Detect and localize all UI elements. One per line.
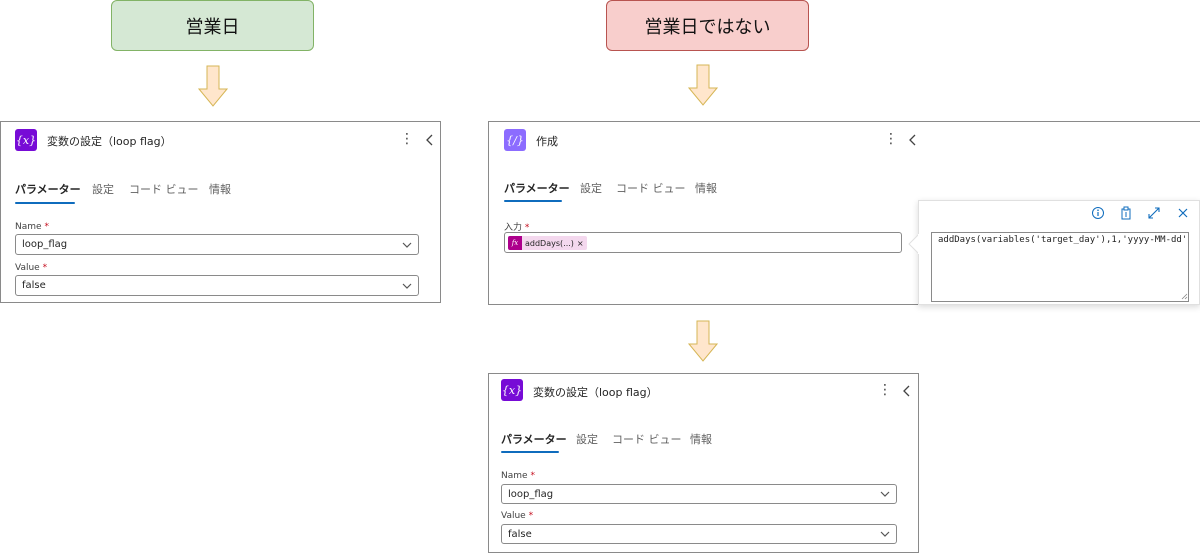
more-options-icon[interactable]: ⋮ <box>400 131 414 147</box>
not-business-day-label: 営業日ではない <box>606 0 809 51</box>
collapse-chevron-icon[interactable] <box>901 384 913 398</box>
active-tab-indicator <box>15 202 75 204</box>
name-select-value: loop_flag <box>22 239 68 250</box>
name-select[interactable]: loop_flag <box>15 234 419 255</box>
value-select[interactable]: false <box>501 524 897 544</box>
down-arrow-icon <box>688 320 718 362</box>
expression-token[interactable]: fx addDays(...) × <box>508 236 587 250</box>
close-icon[interactable] <box>1176 206 1190 220</box>
down-arrow-icon <box>688 64 718 106</box>
active-tab-indicator <box>501 451 559 453</box>
set-variable-panel: {x} 変数の設定（loop flag） ⋮ パラメーター 設定 コード ビュー… <box>0 121 441 303</box>
value-select-value: false <box>508 528 532 540</box>
business-day-label: 営業日 <box>111 0 314 51</box>
fx-icon: fx <box>508 236 522 250</box>
collapse-chevron-icon[interactable] <box>424 133 436 147</box>
token-remove-icon[interactable]: × <box>577 239 587 248</box>
collapse-chevron-icon[interactable] <box>907 133 919 147</box>
tab-settings[interactable]: 設定 <box>576 431 598 447</box>
tab-code-view[interactable]: コード ビュー <box>129 181 199 197</box>
tab-info[interactable]: 情報 <box>209 181 231 197</box>
expression-input[interactable]: addDays(variables('target_day'),1,'yyyy-… <box>931 232 1189 302</box>
set-variable-panel-bottom: {x} 変数の設定（loop flag） ⋮ パラメーター 設定 コード ビュー… <box>488 373 919 553</box>
variable-icon: {x} <box>501 379 523 401</box>
name-select-value: loop_flag <box>508 488 554 500</box>
tab-settings[interactable]: 設定 <box>580 180 602 196</box>
tab-code-view[interactable]: コード ビュー <box>616 180 686 196</box>
tab-settings[interactable]: 設定 <box>92 181 114 197</box>
chevron-down-icon <box>880 491 890 497</box>
more-options-icon[interactable]: ⋮ <box>884 131 898 147</box>
name-field-label: Name * <box>15 222 49 232</box>
resize-handle-icon[interactable] <box>1181 293 1188 300</box>
chevron-down-icon <box>402 242 412 248</box>
tab-info[interactable]: 情報 <box>690 431 712 447</box>
info-icon[interactable] <box>1091 206 1105 220</box>
token-label: addDays(...) <box>525 238 574 248</box>
name-select[interactable]: loop_flag <box>501 484 897 504</box>
more-options-icon[interactable]: ⋮ <box>878 382 892 398</box>
value-select[interactable]: false <box>15 275 419 296</box>
chevron-down-icon <box>880 531 890 537</box>
tab-info[interactable]: 情報 <box>695 180 717 196</box>
popover-pointer <box>908 234 919 254</box>
name-field-label: Name * <box>501 471 535 481</box>
value-select-value: false <box>22 280 46 291</box>
compose-icon: {/} <box>504 129 526 151</box>
tab-parameters[interactable]: パラメーター <box>504 180 570 196</box>
active-tab-indicator <box>504 200 562 202</box>
value-field-label: Value * <box>501 511 534 521</box>
variable-icon: {x} <box>15 129 37 151</box>
expression-editor: addDays(variables('target_day'),1,'yyyy-… <box>918 200 1200 305</box>
value-field-label: Value * <box>15 263 48 273</box>
down-arrow-icon <box>198 65 228 107</box>
tab-code-view[interactable]: コード ビュー <box>612 431 682 447</box>
copy-icon[interactable] <box>1119 206 1133 220</box>
panel-title: 変数の設定（loop flag） <box>47 135 172 148</box>
tab-parameters[interactable]: パラメーター <box>15 181 81 197</box>
panel-title: 変数の設定（loop flag） <box>533 386 658 399</box>
tab-parameters[interactable]: パラメーター <box>501 431 567 447</box>
chevron-down-icon <box>402 283 412 289</box>
expand-icon[interactable] <box>1147 206 1161 220</box>
panel-title: 作成 <box>536 135 558 148</box>
